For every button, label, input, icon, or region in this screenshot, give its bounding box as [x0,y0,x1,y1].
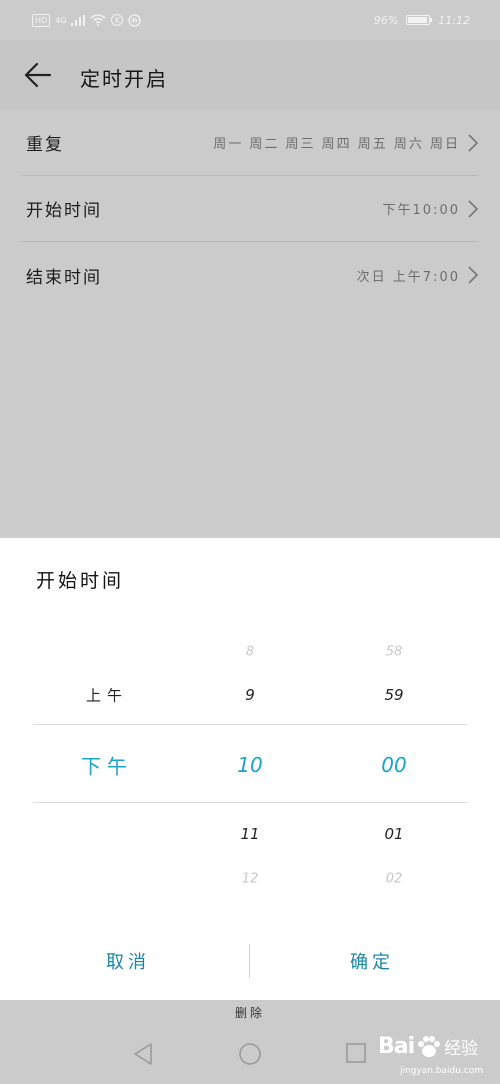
minute-option[interactable]: 02 [386,872,403,887]
battery-percent: 96% [373,13,399,27]
hour-option[interactable]: 11 [240,825,259,843]
minute-option-selected[interactable]: 00 [381,753,406,777]
baidu-watermark: Bai 经验 [378,1034,478,1059]
status-bar: HD 4G K 96% 11:12 [0,0,500,40]
ampm-option-am[interactable]: 上午 [86,685,128,706]
watermark-jingyan: 经验 [444,1039,479,1059]
ampm-option-selected[interactable]: 下午 [81,751,133,780]
repeat-value-group: 周一 周二 周三 周四 周五 周六 周日 [213,133,478,152]
repeat-label: 重复 [26,135,64,155]
end-time-value: 次日 上午7:00 [356,269,460,285]
cancel-button[interactable]: 取消 [28,940,228,982]
chevron-right-icon [468,199,478,218]
sheet-title: 开始时间 [36,570,125,592]
arrow-left-icon[interactable] [24,62,52,88]
battery-icon [406,15,433,25]
status-left: HD 4G K [32,13,142,27]
minute-option[interactable]: 01 [384,825,403,843]
confirm-button[interactable]: 确定 [272,940,472,982]
hour-option-selected[interactable]: 10 [237,753,262,777]
battery-fill [408,17,428,23]
page-title: 定时开启 [80,67,168,91]
status-right: 96% 11:12 [374,14,470,27]
chevron-right-icon [468,266,478,284]
watermark-brand: Bai [378,1034,415,1059]
wifi-icon [90,14,106,26]
hand-icon [128,13,142,27]
hd-badge: HD [32,13,51,27]
circle-home-icon[interactable] [238,1042,262,1066]
minute-option[interactable]: 59 [384,686,403,704]
hour-option[interactable]: 12 [242,872,259,887]
chevron-right-icon [468,133,478,152]
start-time-row[interactable]: 开始时间 下午10:00 [22,176,478,242]
k-badge-icon: K [111,14,124,26]
button-divider [249,944,250,978]
end-time-value-group: 次日 上午7:00 [357,266,478,285]
repeat-value: 周一 周二 周三 周四 周五 周六 周日 [213,137,460,152]
signal-icon [71,14,86,26]
selection-line-top [33,724,467,725]
delete-button[interactable]: 删除 [0,1004,500,1021]
paw-icon [418,1035,441,1057]
time-picker[interactable]: 上午 下午 8 9 10 11 12 58 59 00 01 02 [33,634,467,904]
start-time-value-group: 下午10:00 [383,199,478,218]
end-time-row[interactable]: 结束时间 次日 上午7:00 [22,242,478,308]
status-time: 11:12 [438,13,470,27]
minute-option[interactable]: 58 [386,645,403,660]
triangle-back-icon[interactable] [132,1042,154,1066]
watermark-url: jingyan.baidu.com [400,1066,484,1076]
square-recent-icon[interactable] [345,1042,367,1064]
app-header: 定时开启 [0,40,500,110]
hour-option[interactable]: 8 [246,645,254,660]
start-time-label: 开始时间 [26,201,102,221]
hour-option[interactable]: 9 [245,686,255,704]
network-badge: 4G [55,15,67,25]
sheet-button-row: 取消 确定 [0,940,500,982]
start-time-value: 下午10:00 [382,203,460,218]
repeat-row[interactable]: 重复 周一 周二 周三 周四 周五 周六 周日 [22,110,478,176]
time-picker-sheet: 开始时间 上午 下午 8 9 10 11 12 58 59 00 01 02 取… [0,538,500,1000]
settings-list: 重复 周一 周二 周三 周四 周五 周六 周日 开始时间 下午10:00 结束时… [22,110,478,308]
end-time-label: 结束时间 [26,267,102,288]
selection-line-bottom [33,802,467,803]
